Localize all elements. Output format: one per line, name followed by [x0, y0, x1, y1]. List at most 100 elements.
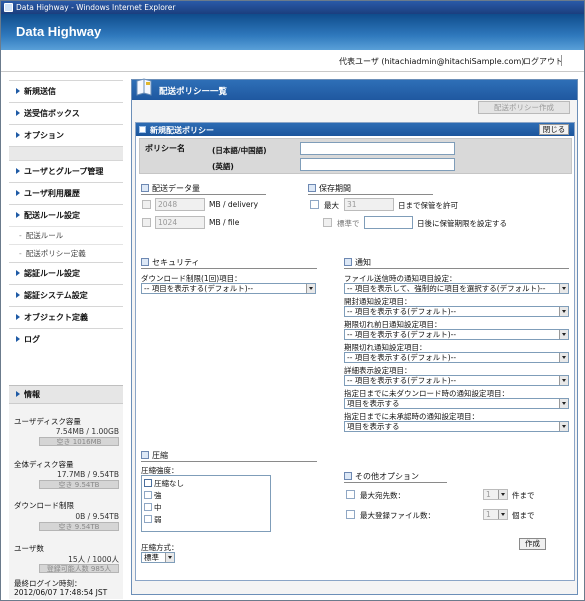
max-recipients-select[interactable]: 1: [483, 489, 508, 500]
close-button[interactable]: 閉じる: [539, 124, 569, 135]
lang-en-label: (英語): [212, 162, 234, 171]
delivery-unit: MB / delivery: [209, 200, 259, 209]
sidebar-item-auth-system[interactable]: 認証システム設定: [9, 284, 123, 306]
download-limit-label: ダウンロード制限: [14, 501, 74, 510]
option-strong[interactable]: 強: [144, 490, 162, 501]
users-bar: 登録可能人数 985人: [39, 564, 119, 573]
sidebar-gap: [9, 146, 123, 160]
bullet: -: [19, 231, 22, 240]
notify-heading: 通知: [344, 257, 371, 268]
retention-heading: 保存期間: [308, 183, 351, 194]
chevron-down-icon: [559, 284, 568, 293]
option-weak[interactable]: 弱: [144, 514, 162, 525]
max-files-label: 最大登録ファイル数：: [360, 511, 435, 520]
create-policy-button-top[interactable]: 配送ポリシー作成: [478, 101, 570, 114]
total-disk-bar: 空き 9.54TB: [39, 480, 119, 489]
sidebar-item-object-definition[interactable]: オブジェクト定義: [9, 306, 123, 328]
ie-icon: [4, 3, 13, 12]
notify-select-send[interactable]: -- 項目を表示して、強制的に項目を選択する(デフォルト)--: [344, 283, 569, 294]
divider: [141, 194, 266, 195]
sidebar-item-users-groups[interactable]: ユーザとグループ管理: [9, 160, 123, 182]
notify-select-unapproved[interactable]: 項目を表示する: [344, 421, 569, 432]
sidebar-subitem-delivery-policy[interactable]: - 配送ポリシー定義: [9, 244, 123, 262]
policy-name-ja-input[interactable]: [300, 142, 455, 155]
clock-icon: [308, 184, 316, 192]
retention-max-suffix: 日まで保管を許可: [398, 201, 458, 210]
security-heading: セキュリティ: [141, 257, 200, 268]
max-recipients-checkbox[interactable]: [346, 490, 355, 499]
chevron-down-icon: [559, 353, 568, 362]
download-limit-value: 0B / 9.54TB: [75, 512, 119, 521]
browser-window: Data Highway - Windows Internet Explorer…: [0, 0, 585, 601]
shield-icon: [141, 258, 149, 266]
max-recipients-label: 最大宛先数：: [360, 491, 405, 500]
sidebar-nav: 新規送信 送受信ボックス オプション ユーザとグループ管理 ユーザ利用履歴 配送…: [9, 80, 123, 350]
user-disk-bar: 空き 1016MB: [39, 437, 119, 446]
policy-name-label: ポリシー名: [145, 144, 185, 153]
book-icon: [136, 78, 152, 96]
arrow-icon: [16, 190, 20, 196]
arrow-icon: [16, 110, 20, 116]
retention-std-label: 標準で: [337, 219, 360, 228]
retention-std-checkbox[interactable]: [323, 218, 332, 227]
notify-select-expire[interactable]: -- 項目を表示する(デフォルト)--: [344, 352, 569, 363]
sidebar-subitem-delivery-rule[interactable]: - 配送ルール: [9, 226, 123, 244]
checkbox: [144, 503, 152, 511]
sidebar-item-mailbox[interactable]: 送受信ボックス: [9, 102, 123, 124]
lang-ja-label: (日本語/中国語): [212, 146, 267, 155]
arrow-icon: [16, 314, 20, 320]
max-files-checkbox[interactable]: [346, 510, 355, 519]
arrow-icon: [16, 168, 20, 174]
sidebar-item-options[interactable]: オプション: [9, 124, 123, 146]
option-medium[interactable]: 中: [144, 502, 162, 513]
retention-std-input[interactable]: [364, 216, 413, 229]
file-limit-checkbox[interactable]: [142, 218, 151, 227]
notify-select-detail[interactable]: -- 項目を表示する(デフォルト)--: [344, 375, 569, 386]
checkbox: [144, 491, 152, 499]
max-recipients-unit: 件まで: [512, 491, 535, 500]
bullet: -: [19, 249, 22, 258]
arrow-icon: [16, 270, 20, 276]
current-user: 代表ユーザ (hitachiadmin@hitachiSample.com): [339, 57, 525, 66]
retention-max-input[interactable]: 31: [344, 198, 394, 211]
chevron-down-icon: [559, 307, 568, 316]
total-disk-value: 17.7MB / 9.54TB: [56, 470, 119, 479]
notify-select-pre-expire[interactable]: -- 項目を表示する(デフォルト)--: [344, 329, 569, 340]
file-limit-input[interactable]: 1024: [155, 216, 205, 229]
panel-icon: [139, 126, 146, 133]
main-header: 配送ポリシー一覧: [132, 78, 577, 100]
notify-select-undownloaded[interactable]: 項目を表示する: [344, 398, 569, 409]
app-banner: Data Highway: [1, 14, 584, 50]
create-button[interactable]: 作成: [519, 538, 546, 550]
arrow-icon: [16, 132, 20, 138]
sidebar-item-usage-history[interactable]: ユーザ利用履歴: [9, 182, 123, 204]
delivery-limit-input[interactable]: 2048: [155, 198, 205, 211]
sidebar-item-log[interactable]: ログ: [9, 328, 123, 350]
panel-header: 新規配送ポリシー 閉じる: [136, 123, 574, 136]
main-content: 配送ポリシー一覧 配送ポリシー作成 新規配送ポリシー 閉じる ポリシー名 (日本…: [131, 78, 578, 595]
logout-link[interactable]: ログアウト: [523, 56, 563, 67]
compression-options: 圧縮なし 強 中 弱: [141, 475, 271, 532]
compression-heading: 圧縮: [141, 450, 168, 461]
retention-max-checkbox[interactable]: [310, 200, 319, 209]
retention-std-suffix: 日後に保管期限を設定する: [417, 219, 507, 228]
users-label: ユーザ数: [14, 544, 44, 553]
arrow-icon: [16, 336, 20, 342]
checkbox: [144, 479, 152, 487]
arrow-icon: [16, 391, 20, 397]
max-files-select[interactable]: 1: [483, 509, 508, 520]
app-logo: Data Highway: [16, 24, 102, 39]
chevron-down-icon: [306, 284, 315, 293]
option-none[interactable]: 圧縮なし: [144, 478, 184, 489]
policy-name-en-input[interactable]: [300, 158, 455, 171]
max-files-unit: 個まで: [512, 511, 535, 520]
sidebar-item-delivery-rules[interactable]: 配送ルール設定: [9, 204, 123, 226]
security-select[interactable]: -- 項目を表示する(デフォルト)--: [141, 283, 316, 294]
sidebar-item-new-send[interactable]: 新規送信: [9, 80, 123, 102]
info-header[interactable]: 情報: [9, 386, 123, 404]
notify-select-open[interactable]: -- 項目を表示する(デフォルト)--: [344, 306, 569, 317]
panel-title: 新規配送ポリシー: [150, 126, 214, 135]
delivery-limit-checkbox[interactable]: [142, 200, 151, 209]
compression-method-select[interactable]: 標準: [141, 552, 175, 563]
sidebar-item-auth-rules[interactable]: 認証ルール設定: [9, 262, 123, 284]
